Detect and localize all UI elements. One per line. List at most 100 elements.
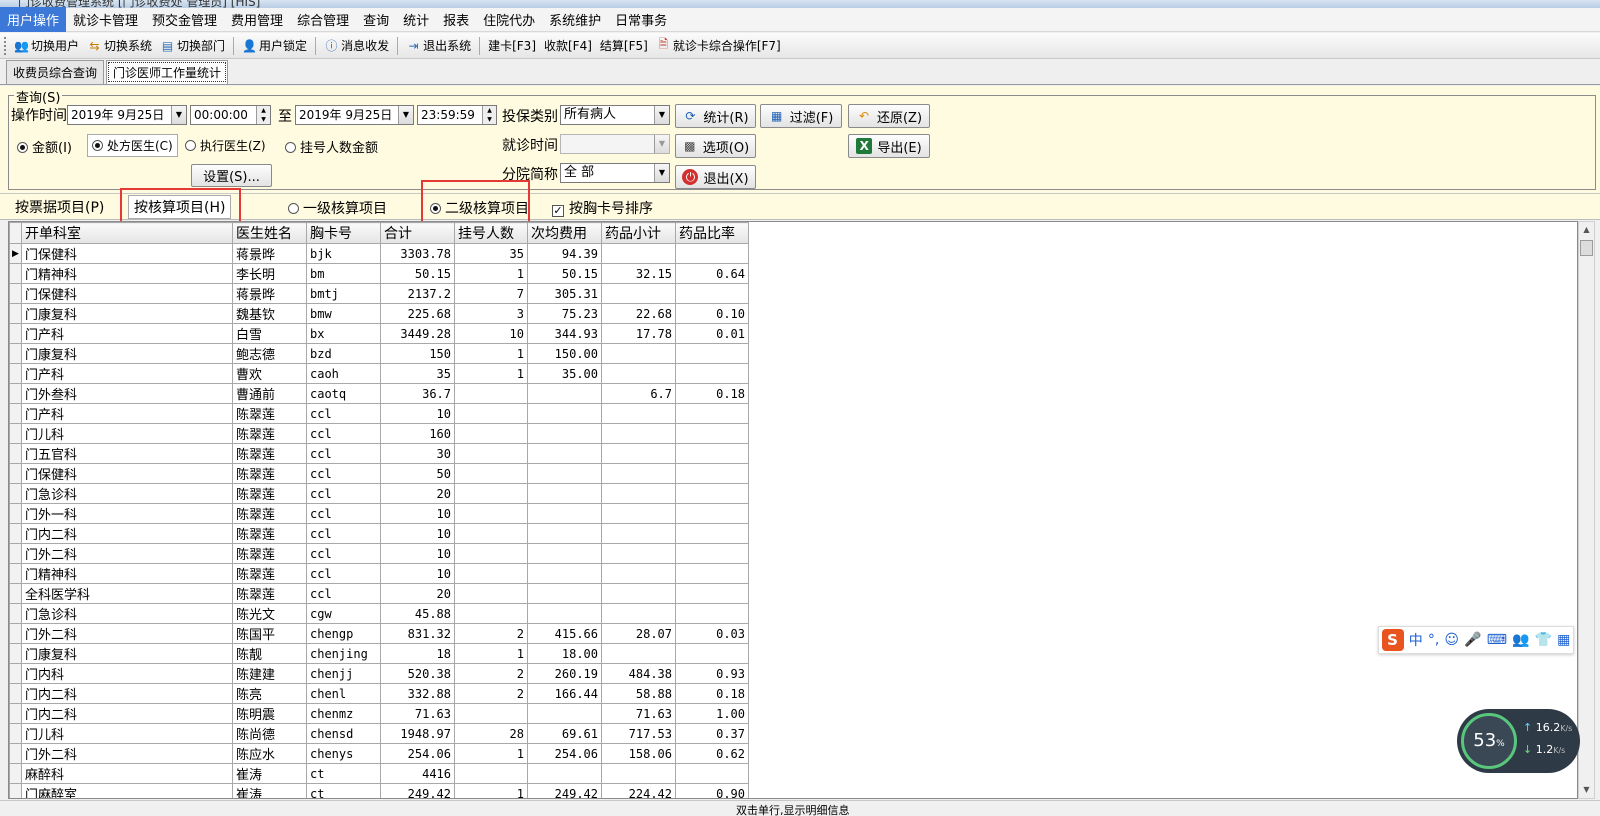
table-row[interactable]: 门急诊科 陈翠莲 ccl 20 <box>9 483 749 504</box>
by-invoice-item-tab[interactable]: 按票据项目(P) <box>15 197 104 217</box>
drug-subtotal-cell[interactable] <box>601 283 676 304</box>
column-header[interactable]: 药品小计 <box>601 222 676 244</box>
doctor-cell[interactable]: 陈亮 <box>232 683 307 704</box>
table-row[interactable]: ▶ 门保健科 蒋景晔 bjk 3303.78 35 94.39 <box>9 243 749 264</box>
level1-radio[interactable]: 一级核算项目 <box>288 198 387 218</box>
total-cell[interactable]: 18 <box>380 643 455 664</box>
dept-cell[interactable]: 门产科 <box>21 323 233 344</box>
reg-count-cell[interactable]: 2 <box>454 623 528 644</box>
dept-cell[interactable]: 门康复科 <box>21 343 233 364</box>
row-indicator[interactable] <box>9 643 22 664</box>
doctor-cell[interactable]: 陈翠莲 <box>232 543 307 564</box>
dept-cell[interactable]: 门内科 <box>21 663 233 684</box>
doctor-cell[interactable]: 陈国平 <box>232 623 307 644</box>
avg-fee-cell[interactable]: 150.00 <box>527 343 602 364</box>
doctor-cell[interactable]: 陈翠莲 <box>232 403 307 424</box>
avg-fee-cell[interactable] <box>527 543 602 564</box>
reg-count-cell[interactable]: 35 <box>454 243 528 264</box>
table-row[interactable]: 门保健科 陈翠莲 ccl 50 <box>9 463 749 484</box>
drug-subtotal-cell[interactable] <box>601 443 676 464</box>
drug-ratio-cell[interactable] <box>675 363 749 384</box>
avg-fee-cell[interactable]: 18.00 <box>527 643 602 664</box>
drug-ratio-cell[interactable] <box>675 283 749 304</box>
drug-subtotal-cell[interactable]: 32.15 <box>601 263 676 284</box>
drug-subtotal-cell[interactable]: 158.06 <box>601 743 676 764</box>
table-row[interactable]: 门精神科 李长明 bm 50.15 1 50.15 32.15 0.64 <box>9 263 749 284</box>
lock-user-button[interactable]: 👤 用户锁定 <box>238 37 311 54</box>
total-cell[interactable]: 1948.97 <box>380 723 455 744</box>
table-row[interactable]: 门内二科 陈亮 chenl 332.88 2 166.44 58.88 0.18 <box>9 683 749 704</box>
row-indicator[interactable] <box>9 623 22 644</box>
total-cell[interactable]: 831.32 <box>380 623 455 644</box>
card-no-cell[interactable]: bzd <box>306 343 381 364</box>
row-indicator[interactable] <box>9 443 22 464</box>
doctor-cell[interactable]: 曹欢 <box>232 363 307 384</box>
doctor-cell[interactable]: 陈翠莲 <box>232 523 307 544</box>
tab-cashier-query[interactable]: 收费员综合查询 <box>6 60 105 84</box>
time-to-input[interactable]: 23:59:59 ▲ ▼ <box>417 105 497 125</box>
scroll-down-icon[interactable]: ▼ <box>1579 782 1594 798</box>
chevron-down-icon[interactable]: ▼ <box>654 106 669 124</box>
reg-count-cell[interactable] <box>454 463 528 484</box>
doctor-cell[interactable]: 陈应水 <box>232 743 307 764</box>
card-no-cell[interactable]: ccl <box>306 463 381 484</box>
row-indicator[interactable] <box>9 763 22 784</box>
card-ops-button[interactable]: 🗎 就诊卡综合操作[F7] <box>652 37 785 54</box>
drug-ratio-cell[interactable]: 0.93 <box>675 663 749 684</box>
row-indicator[interactable] <box>9 583 22 604</box>
drug-ratio-cell[interactable]: 0.01 <box>675 323 749 344</box>
card-no-cell[interactable]: chenl <box>306 683 381 704</box>
card-no-cell[interactable]: bm <box>306 263 381 284</box>
settings-button[interactable]: 设置(S)... <box>191 164 272 187</box>
table-row[interactable]: 门麻醉室 崔涛 ct 249.42 1 249.42 224.42 0.90 <box>9 783 749 798</box>
table-row[interactable]: 门外一科 陈翠莲 ccl 10 <box>9 503 749 524</box>
avg-fee-cell[interactable]: 166.44 <box>527 683 602 704</box>
table-row[interactable]: 门外二科 陈翠莲 ccl 10 <box>9 543 749 564</box>
column-header[interactable]: 开单科室 <box>21 222 233 244</box>
card-no-cell[interactable]: caotq <box>306 383 381 404</box>
drug-ratio-cell[interactable] <box>675 483 749 504</box>
dept-cell[interactable]: 门康复科 <box>21 303 233 324</box>
table-row[interactable]: 门儿科 陈尚德 chensd 1948.97 28 69.61 717.53 0.37 <box>9 723 749 744</box>
reg-count-cell[interactable]: 2 <box>454 663 528 684</box>
settle-button[interactable]: 结算[F5] <box>596 37 652 54</box>
table-row[interactable]: 门精神科 陈翠莲 ccl 10 <box>9 563 749 584</box>
menu-system-maint[interactable]: 系统维护 <box>542 7 608 32</box>
reg-count-cell[interactable] <box>454 423 528 444</box>
dept-cell[interactable]: 门外一科 <box>21 503 233 524</box>
menu-deposit-mgmt[interactable]: 预交金管理 <box>145 7 224 32</box>
total-cell[interactable]: 50 <box>380 463 455 484</box>
drug-subtotal-cell[interactable] <box>601 403 676 424</box>
dept-cell[interactable]: 门保健科 <box>21 243 233 264</box>
row-indicator[interactable] <box>9 483 22 504</box>
collect-button[interactable]: 收款[F4] <box>540 37 596 54</box>
drug-subtotal-cell[interactable]: 224.42 <box>601 783 676 798</box>
drug-subtotal-cell[interactable] <box>601 523 676 544</box>
avg-fee-cell[interactable] <box>527 763 602 784</box>
dept-cell[interactable]: 麻醉科 <box>21 763 233 784</box>
table-row[interactable]: 门儿科 陈翠莲 ccl 160 <box>9 423 749 444</box>
reg-count-cell[interactable] <box>454 503 528 524</box>
card-no-cell[interactable]: cgw <box>306 603 381 624</box>
chevron-down-icon[interactable]: ▼ <box>654 135 669 153</box>
avg-fee-cell[interactable] <box>527 503 602 524</box>
total-cell[interactable]: 35 <box>380 363 455 384</box>
reg-count-cell[interactable]: 1 <box>454 363 528 384</box>
drug-ratio-cell[interactable] <box>675 503 749 524</box>
avg-fee-cell[interactable] <box>527 423 602 444</box>
row-indicator[interactable] <box>9 383 22 404</box>
drug-subtotal-cell[interactable]: 58.88 <box>601 683 676 704</box>
spinner-icon[interactable]: ▲ ▼ <box>482 106 496 124</box>
doctor-cell[interactable]: 陈建建 <box>232 663 307 684</box>
doctor-cell[interactable]: 蒋景晔 <box>232 243 307 264</box>
drug-subtotal-cell[interactable]: 6.7 <box>601 383 676 404</box>
switch-dept-button[interactable]: ▤ 切换部门 <box>156 37 229 54</box>
drug-subtotal-cell[interactable]: 71.63 <box>601 703 676 724</box>
row-indicator[interactable] <box>9 503 22 524</box>
menu-fee-mgmt[interactable]: 费用管理 <box>224 7 290 32</box>
menu-general-mgmt[interactable]: 综合管理 <box>290 7 356 32</box>
reg-count-cell[interactable] <box>454 403 528 424</box>
avg-fee-cell[interactable] <box>527 483 602 504</box>
total-cell[interactable]: 20 <box>380 483 455 504</box>
drug-ratio-cell[interactable]: 0.37 <box>675 723 749 744</box>
